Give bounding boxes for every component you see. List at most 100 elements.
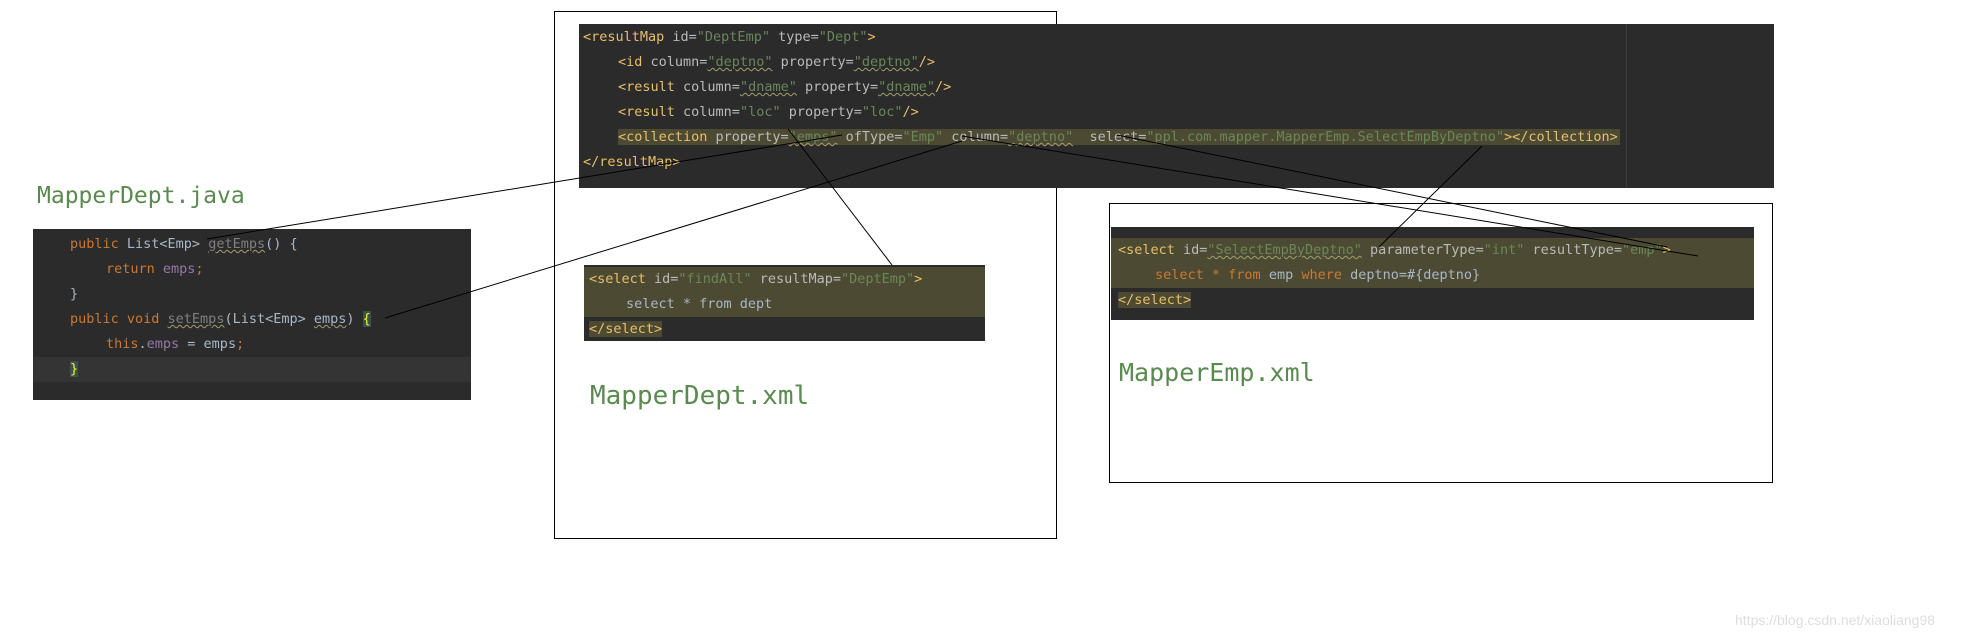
attr-value: "deptno" xyxy=(707,54,773,70)
sql-keyword: where xyxy=(1301,267,1342,283)
code-text: (List<Emp> xyxy=(224,311,314,327)
code-line: <resultMap id="DeptEmp" type="Dept"> xyxy=(579,25,1774,50)
attr-value: "Emp" xyxy=(902,129,944,145)
attr-value: "dname" xyxy=(878,79,936,95)
attr-name: id= xyxy=(1174,242,1208,258)
brace-match: } xyxy=(70,361,79,377)
code-text: = emps xyxy=(179,336,237,352)
attr-name: column= xyxy=(674,79,740,95)
code-line: public List<Emp> getEmps() { xyxy=(33,232,471,257)
attr-value: "SelectEmpByDeptno" xyxy=(1207,242,1362,258)
tag-select-close: </select> xyxy=(1118,292,1192,308)
code-line: <select id="findAll" resultMap="DeptEmp"… xyxy=(584,267,985,292)
keyword: public xyxy=(70,236,127,252)
code-line: <select id="SelectEmpByDeptno" parameter… xyxy=(1111,238,1754,263)
code-line: </select> xyxy=(584,317,985,341)
type-name: List<Emp> xyxy=(126,236,209,252)
method-name: getEmps xyxy=(208,236,266,252)
code-line: <result column="loc" property="loc"/> xyxy=(579,100,1774,125)
semicolon: ; xyxy=(236,336,245,352)
attr-value: "deptno" xyxy=(1008,129,1074,145)
semicolon: ; xyxy=(195,261,204,277)
code-line: this.emps = emps; xyxy=(33,332,471,357)
code-line: select * from dept xyxy=(584,292,985,317)
tag-select-open: <select xyxy=(589,271,646,287)
keyword: return xyxy=(106,261,163,277)
tag-close: /> xyxy=(918,54,936,70)
tag-select-close: </select> xyxy=(589,321,663,337)
attr-name: column= xyxy=(943,129,1009,145)
attr-value: "Dept" xyxy=(818,29,868,45)
tag-close: > xyxy=(914,271,923,287)
collection-highlight: <collection property="emps" ofType="Emp"… xyxy=(618,129,1620,145)
tag-close: > xyxy=(1662,242,1671,258)
tag-resultmap-open: <resultMap xyxy=(583,29,665,45)
keyword: public void xyxy=(70,311,168,327)
attr-name: property= xyxy=(707,129,789,145)
attr-value: "findAll" xyxy=(678,271,752,287)
attr-name: resultMap= xyxy=(751,271,841,287)
attr-name: parameterType= xyxy=(1361,242,1484,258)
code-line: </resultMap> xyxy=(579,150,1774,175)
attr-value: "loc" xyxy=(739,104,781,120)
code-text: ) xyxy=(346,311,363,327)
sql-star: * xyxy=(1203,267,1229,283)
attr-value: "DeptEmp" xyxy=(840,271,915,287)
code-line: return emps; xyxy=(33,257,471,282)
tag-result-open: <result xyxy=(618,79,675,95)
caption-mapper-dept-xml: MapperDept.xml xyxy=(590,381,810,411)
watermark: https://blog.csdn.net/xiaoliang98 xyxy=(1735,612,1936,628)
param-name: emps xyxy=(313,311,347,327)
attr-name: select= xyxy=(1073,129,1147,145)
attr-value: "loc" xyxy=(861,104,903,120)
attr-name: column= xyxy=(642,54,708,70)
sql-keyword: select xyxy=(1155,267,1204,283)
tag-close: /> xyxy=(902,104,919,120)
tag-close: /> xyxy=(935,79,952,95)
attr-value: "ppl.com.mapper.MapperEmp.SelectEmpByDep… xyxy=(1146,129,1504,145)
code-line: } xyxy=(33,282,471,307)
brace-match: { xyxy=(362,311,371,327)
attr-value: "int" xyxy=(1483,242,1525,258)
select-emp-code-block: <select id="SelectEmpByDeptno" parameter… xyxy=(1111,227,1754,320)
attr-value: "DeptEmp" xyxy=(696,29,770,45)
field-name: emps xyxy=(146,336,180,352)
method-name: setEmps xyxy=(167,311,225,327)
code-text: () { xyxy=(265,236,298,252)
code-text: } xyxy=(70,286,79,302)
attr-name: id= xyxy=(664,29,697,45)
attr-name: property= xyxy=(780,104,862,120)
tag-collection-open: <collection xyxy=(618,129,708,145)
sql-text: emp xyxy=(1260,267,1302,283)
attr-name: type= xyxy=(769,29,819,45)
code-text: . xyxy=(138,336,147,352)
attr-name: property= xyxy=(772,54,854,70)
java-code-block: public List<Emp> getEmps() { return emps… xyxy=(33,229,471,400)
tag-id-open: <id xyxy=(618,54,643,70)
attr-name: ofType= xyxy=(837,129,903,145)
attr-name: id= xyxy=(645,271,679,287)
keyword: this xyxy=(106,336,139,352)
attr-value: "deptno" xyxy=(853,54,919,70)
field-name: emps xyxy=(162,261,196,277)
result-map-code-block: <resultMap id="DeptEmp" type="Dept"> <id… xyxy=(579,24,1774,188)
select-findall-code-block: <select id="findAll" resultMap="DeptEmp"… xyxy=(584,265,985,341)
tag-resultmap-close: </resultMap> xyxy=(583,154,681,170)
attr-name: resultType= xyxy=(1524,242,1622,258)
tag-select-open: <select xyxy=(1118,242,1175,258)
code-line: public void setEmps(List<Emp> emps) { xyxy=(33,307,471,332)
tag-close: > xyxy=(867,29,876,45)
sql-text: select * from dept xyxy=(626,296,773,312)
attr-name: property= xyxy=(796,79,879,95)
code-line-current: } xyxy=(33,357,471,382)
attr-value: "dname" xyxy=(739,79,797,95)
tag-collection-close: ></collection> xyxy=(1503,129,1618,145)
code-line: </select> xyxy=(1111,288,1754,313)
attr-value: "emp" xyxy=(1621,242,1663,258)
tag-result-open: <result xyxy=(618,104,675,120)
attr-name: column= xyxy=(674,104,740,120)
caption-mapper-emp-xml: MapperEmp.xml xyxy=(1119,358,1315,387)
code-line: <collection property="emps" ofType="Emp"… xyxy=(579,125,1774,150)
code-line: <result column="dname" property="dname"/… xyxy=(579,75,1774,100)
sql-text: deptno=#{deptno} xyxy=(1341,267,1481,283)
